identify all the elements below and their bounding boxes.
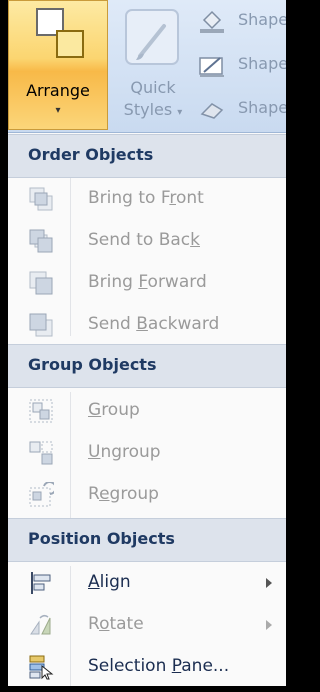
label-text: ackward — [147, 314, 220, 334]
shape-fill-button[interactable]: Shape — [194, 6, 286, 38]
label-text: ont — [175, 188, 204, 208]
bring-to-front-label: Bring to Front — [88, 188, 204, 208]
pencil-icon — [199, 57, 224, 77]
bring-forward-label: Bring Forward — [88, 272, 207, 292]
selection-pane-icon — [29, 655, 54, 680]
arrange-label: Arrange — [26, 81, 90, 100]
send-backward-label: Send Backward — [88, 314, 219, 334]
access-key: F — [138, 272, 148, 292]
label-text: lign — [99, 572, 131, 592]
access-key: k — [190, 230, 200, 250]
rotate-label: Rotate — [88, 614, 144, 634]
align-label: Align — [88, 572, 131, 592]
label-text: R — [88, 484, 100, 504]
ungroup-icon — [29, 441, 53, 465]
access-key: B — [136, 314, 148, 334]
submenu-arrow-icon — [266, 620, 272, 630]
shape-outline-button[interactable]: Shape — [194, 50, 286, 82]
label-text: Send — [88, 314, 137, 334]
menu-item-selection-pane[interactable]: Selection Pane... — [8, 640, 286, 686]
drawing-ribbon-group: Arrange ▾ Quick Styles ▾ Shape Shape Sha… — [8, 0, 286, 133]
access-key: U — [88, 442, 101, 462]
shape-outline-label: Shape — [238, 54, 286, 73]
quick-styles-label: Quick — [130, 78, 176, 97]
bring-forward-icon — [29, 271, 53, 295]
ungroup-label: Ungroup — [88, 442, 161, 462]
label-text: Send to Bac — [88, 230, 191, 250]
paintbrush-icon — [125, 9, 179, 65]
section-header-group: Group Objects — [8, 344, 286, 388]
label-text: R — [88, 614, 100, 634]
access-key: A — [88, 572, 100, 592]
chevron-down-icon: ▾ — [55, 105, 61, 116]
arrange-button[interactable]: Arrange ▾ — [8, 0, 108, 130]
send-backward-icon — [29, 313, 53, 337]
label-text: ngroup — [100, 442, 161, 462]
arrange-menu-frame: Arrange ▾ Quick Styles ▾ Shape Shape Sha… — [8, 0, 286, 686]
access-key: o — [99, 614, 110, 634]
eraser-icon — [200, 103, 224, 119]
send-to-back-label: Send to Back — [88, 230, 200, 250]
order-objects-heading: Order Objects — [28, 145, 154, 164]
label-text: Bring — [88, 272, 139, 292]
label-text: tate — [109, 614, 144, 634]
regroup-label: Regroup — [88, 484, 159, 504]
label-text: orward — [147, 272, 207, 292]
submenu-arrow-icon — [266, 578, 272, 588]
access-key: e — [99, 484, 110, 504]
group-label: Group — [88, 400, 140, 420]
quick-styles-label-2: Styles ▾ — [112, 100, 194, 119]
bring-to-front-icon — [29, 187, 53, 211]
quick-styles-label-line2: Styles — [123, 100, 173, 119]
group-objects-heading: Group Objects — [28, 355, 157, 374]
regroup-icon — [29, 482, 54, 507]
shape-effects-button[interactable]: Shape — [194, 94, 286, 126]
menu-item-regroup[interactable]: Regroup — [8, 468, 286, 524]
shape-effects-label: Shape — [238, 98, 286, 117]
arrange-icon — [36, 8, 84, 58]
label-text: ane... — [181, 656, 230, 676]
label-text: Bring to F — [88, 188, 170, 208]
label-text: Selection — [88, 656, 172, 676]
paint-bucket-icon — [200, 10, 224, 33]
selection-pane-label: Selection Pane... — [88, 656, 229, 676]
send-to-back-icon — [29, 229, 53, 253]
align-left-icon — [31, 572, 51, 594]
label-text: roup — [101, 400, 140, 420]
access-key: P — [171, 656, 182, 676]
group-icon — [29, 399, 53, 423]
shape-fill-label: Shape — [238, 10, 286, 29]
position-objects-heading: Position Objects — [28, 529, 175, 548]
quick-styles-button[interactable]: Quick Styles ▾ — [112, 0, 194, 130]
rotate-icon — [30, 614, 51, 635]
access-key: G — [88, 400, 102, 420]
chevron-down-icon: ▾ — [177, 107, 183, 118]
access-key: r — [169, 188, 176, 208]
label-text: group — [109, 484, 159, 504]
